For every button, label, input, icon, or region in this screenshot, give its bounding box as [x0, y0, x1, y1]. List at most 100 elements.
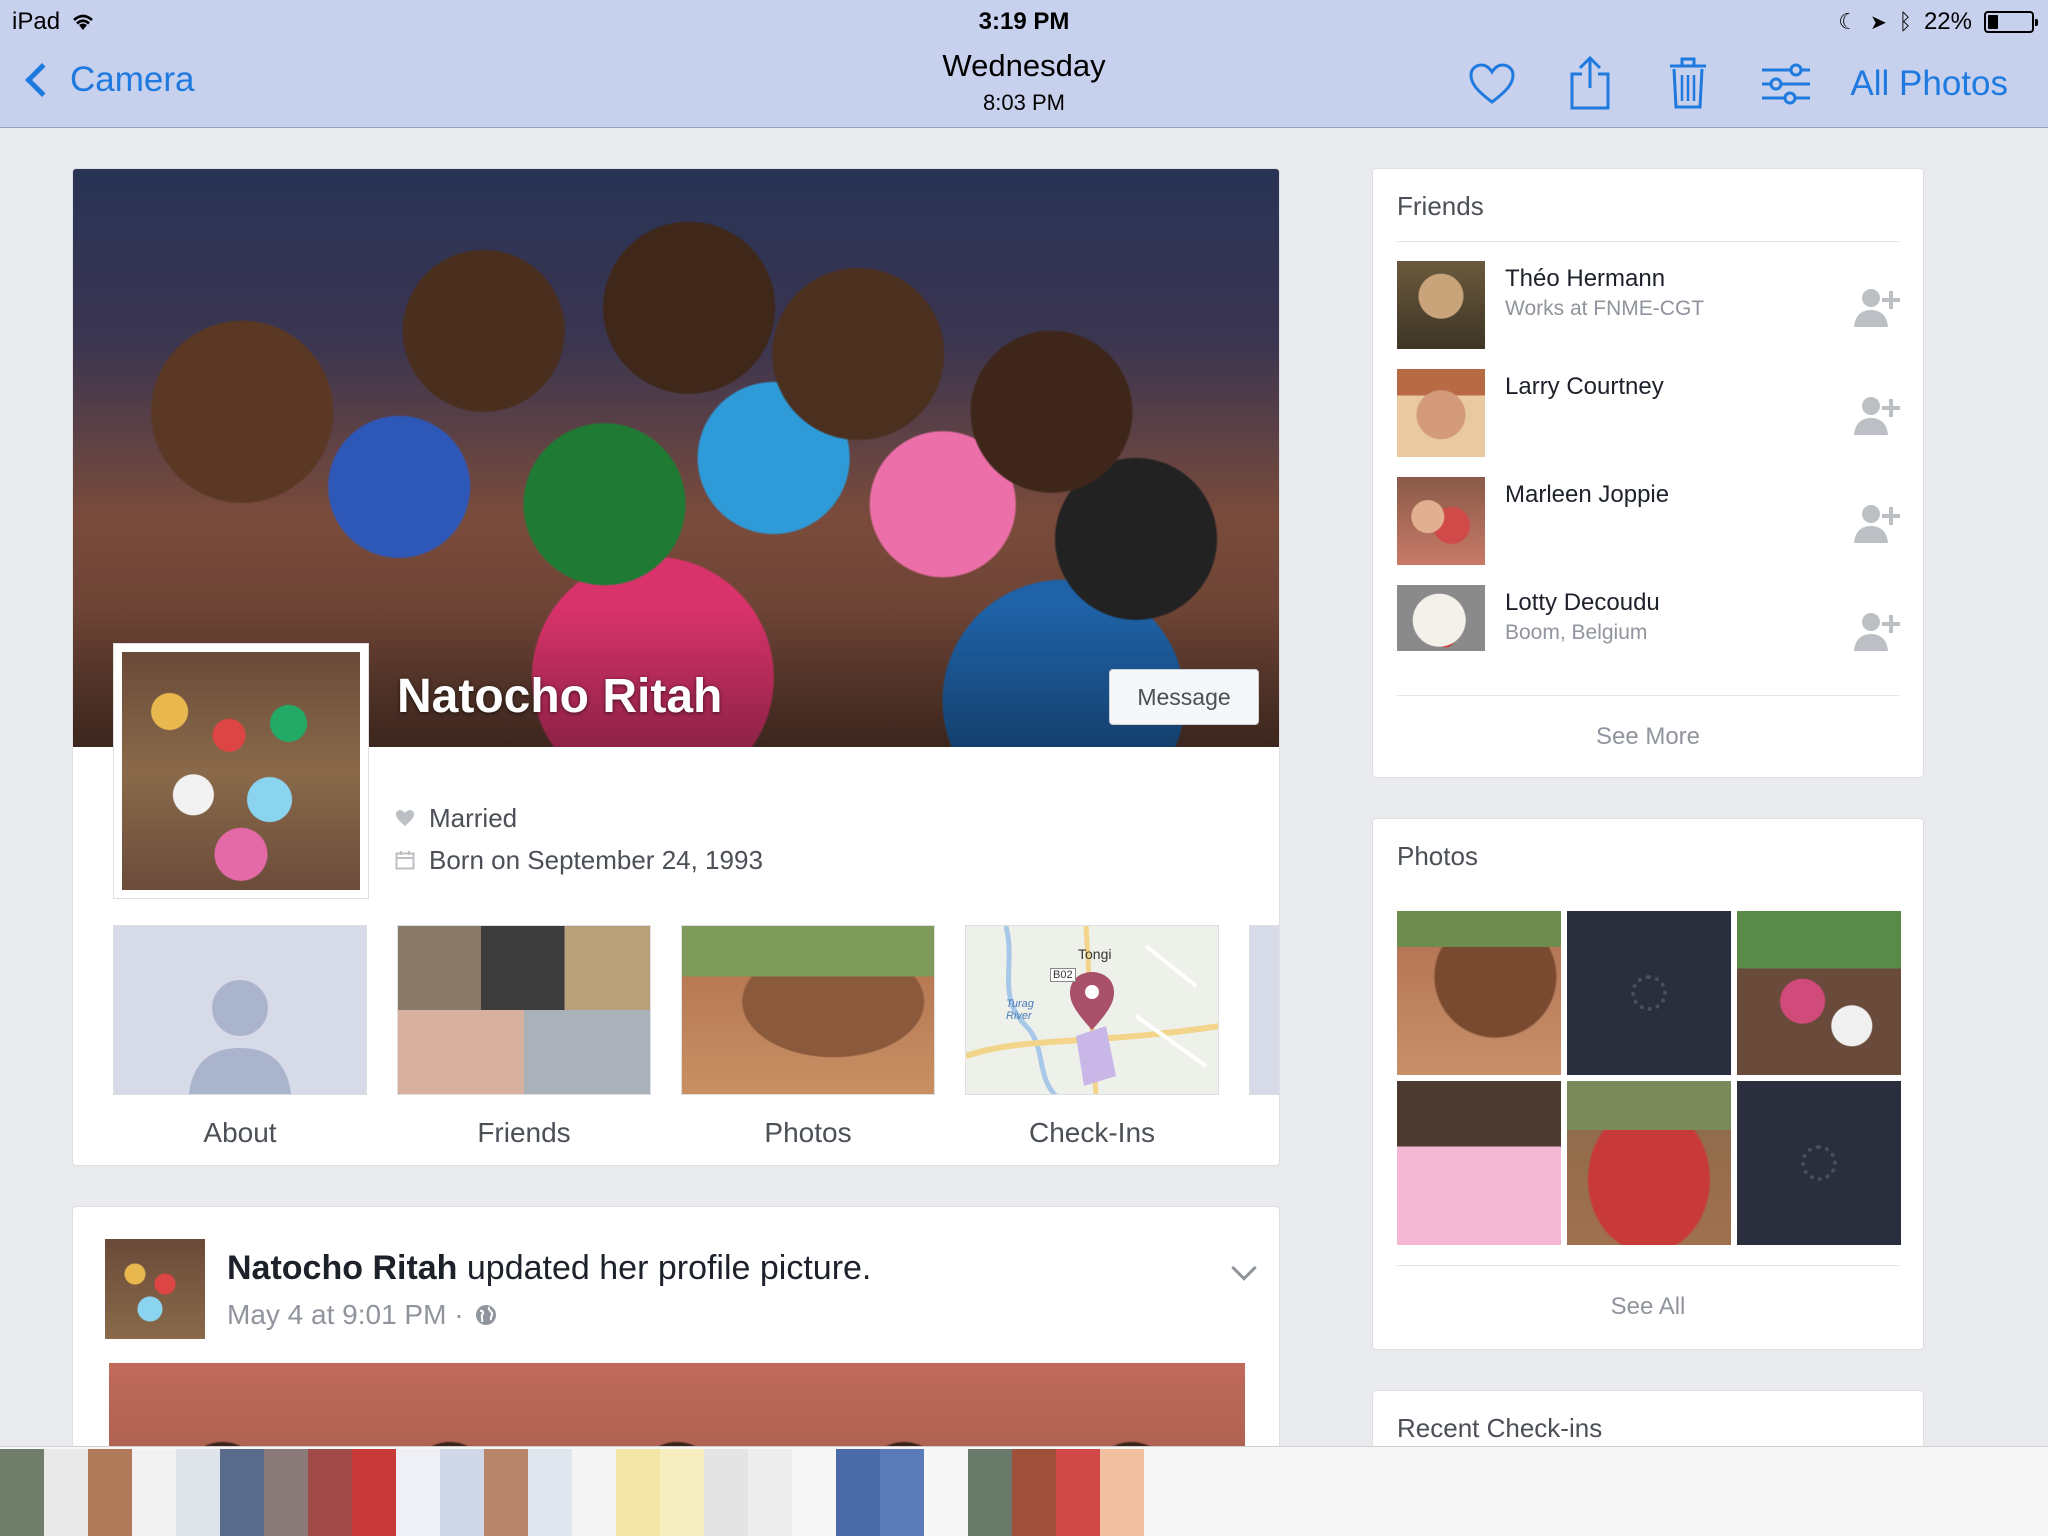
friend-name: Lotty Decoudu: [1505, 589, 1660, 616]
battery-icon: [1984, 11, 2038, 33]
share-icon: [1570, 56, 1610, 110]
friend-avatar: [1397, 261, 1485, 349]
filmstrip-thumbnail[interactable]: [0, 1449, 44, 1536]
person-silhouette-icon: [189, 980, 291, 1094]
filmstrip-thumbnail[interactable]: [1056, 1449, 1100, 1536]
post-author-avatar[interactable]: [105, 1239, 205, 1339]
filmstrip-thumbnail[interactable]: [748, 1449, 792, 1536]
tile-photos[interactable]: Photos: [681, 925, 935, 1149]
tile-about-label: About: [203, 1117, 277, 1148]
loading-spinner-icon: [1631, 975, 1667, 1011]
post-headline: Natocho Ritah updated her profile pictur…: [227, 1249, 871, 1288]
post-options-chevron-icon[interactable]: [1231, 1255, 1257, 1281]
see-all-photos-link[interactable]: See All: [1373, 1293, 1923, 1321]
profile-picture[interactable]: [113, 643, 369, 899]
add-friend-icon[interactable]: [1853, 609, 1901, 653]
tile-friends-label: Friends: [477, 1117, 571, 1148]
share-button[interactable]: [1562, 56, 1618, 112]
tile-checkins[interactable]: Tongi B02 Turag River Check-Ins: [965, 925, 1219, 1149]
filmstrip-thumbnail[interactable]: [660, 1449, 704, 1536]
filmstrip-thumbnail[interactable]: [880, 1449, 924, 1536]
filmstrip-thumbnail[interactable]: [176, 1449, 220, 1536]
all-photos-button[interactable]: All Photos: [1850, 64, 2008, 104]
filmstrip-thumbnail[interactable]: [440, 1449, 484, 1536]
filmstrip-thumbnails: [0, 1449, 1144, 1536]
friends-thumbnail: [397, 925, 651, 1095]
friends-card-title: Friends: [1397, 191, 1484, 221]
see-more-friends-link[interactable]: See More: [1373, 723, 1923, 751]
photo-thumbnail-loading[interactable]: [1567, 911, 1731, 1075]
photos-card-title: Photos: [1397, 841, 1478, 871]
more-thumbnail: [1249, 925, 1279, 1095]
filmstrip-thumbnail[interactable]: [352, 1449, 396, 1536]
bluetooth-icon: ᛒ: [1898, 9, 1912, 34]
friend-name: Marleen Joppie: [1505, 481, 1670, 508]
filmstrip-thumbnail[interactable]: [484, 1449, 528, 1536]
filmstrip-thumbnail[interactable]: [220, 1449, 264, 1536]
battery-percent: 22%: [1923, 8, 1972, 35]
relationship-status: Married: [429, 802, 518, 833]
tile-friends[interactable]: Friends: [397, 925, 651, 1149]
status-bar: iPad 3:19 PM ☾ ➤ ᛒ 22%: [0, 0, 2048, 40]
friend-avatar: [1397, 585, 1485, 673]
globe-icon: [475, 1305, 496, 1325]
friend-item[interactable]: Larry Courtney: [1397, 369, 1901, 459]
filmstrip-thumbnail[interactable]: [528, 1449, 572, 1536]
map-river-label: Turag River: [1006, 998, 1034, 1022]
favorite-button[interactable]: [1464, 56, 1520, 112]
tile-about[interactable]: About: [113, 925, 367, 1149]
friends-title-divider: [1397, 241, 1899, 242]
post-author-name[interactable]: Natocho Ritah: [227, 1249, 457, 1287]
photo-filmstrip[interactable]: [0, 1446, 2048, 1536]
filmstrip-thumbnail[interactable]: [924, 1449, 968, 1536]
photo-thumbnail-loading[interactable]: [1737, 1081, 1901, 1245]
filmstrip-thumbnail[interactable]: [836, 1449, 880, 1536]
filmstrip-thumbnail[interactable]: [1100, 1449, 1144, 1536]
filmstrip-thumbnail[interactable]: [132, 1449, 176, 1536]
toolbar-actions: All Photos: [1422, 56, 2008, 112]
friend-item[interactable]: Lotty Decoudu Boom, Belgium: [1397, 585, 1901, 675]
message-button[interactable]: Message: [1109, 669, 1259, 725]
adjust-button[interactable]: [1758, 56, 1814, 112]
filmstrip-thumbnail[interactable]: [308, 1449, 352, 1536]
checkins-map-thumbnail: Tongi B02 Turag River: [965, 925, 1219, 1095]
add-friend-icon[interactable]: [1853, 393, 1901, 437]
profile-intro: Married Born on September 24, 1993: [395, 797, 763, 881]
photo-thumbnail[interactable]: [1397, 1081, 1561, 1245]
friend-avatar: [1397, 369, 1485, 457]
filmstrip-thumbnail[interactable]: [44, 1449, 88, 1536]
friends-footer-divider: [1397, 695, 1899, 696]
add-friend-icon[interactable]: [1853, 285, 1901, 329]
trash-icon: [1670, 57, 1707, 109]
profile-card: Natocho Ritah Message Married Born on Se…: [72, 168, 1280, 1166]
friend-item[interactable]: Théo Hermann Works at FNME-CGT: [1397, 261, 1901, 351]
post-meta: May 4 at 9:01 PM ·: [227, 1299, 498, 1331]
filmstrip-thumbnail[interactable]: [968, 1449, 1012, 1536]
filmstrip-thumbnail[interactable]: [264, 1449, 308, 1536]
battery-fill: [1988, 15, 1999, 29]
filmstrip-thumbnail[interactable]: [88, 1449, 132, 1536]
recent-checkins-title: Recent Check-ins: [1397, 1413, 1603, 1443]
filmstrip-thumbnail[interactable]: [704, 1449, 748, 1536]
post-timestamp[interactable]: May 4 at 9:01 PM ·: [227, 1299, 464, 1331]
add-friend-icon[interactable]: [1853, 501, 1901, 545]
tile-more[interactable]: [1249, 925, 1279, 1149]
tile-checkins-label: Check-Ins: [1028, 1117, 1156, 1148]
filmstrip-thumbnail[interactable]: [616, 1449, 660, 1536]
photos-toolbar: iPad 3:19 PM ☾ ➤ ᛒ 22% Camera Wednesday …: [0, 0, 2048, 128]
filmstrip-thumbnail[interactable]: [1012, 1449, 1056, 1536]
delete-button[interactable]: [1660, 56, 1716, 112]
filmstrip-thumbnail[interactable]: [396, 1449, 440, 1536]
profile-name[interactable]: Natocho Ritah: [397, 669, 722, 724]
photo-thumbnail[interactable]: [1567, 1081, 1731, 1245]
photo-thumbnail[interactable]: [1737, 911, 1901, 1075]
friend-subtitle: Boom, Belgium: [1505, 621, 1648, 644]
filmstrip-thumbnail[interactable]: [572, 1449, 616, 1536]
map-place-label: Tongi: [1078, 946, 1112, 962]
friend-item[interactable]: Marleen Joppie: [1397, 477, 1901, 567]
filmstrip-thumbnail[interactable]: [792, 1449, 836, 1536]
sliders-icon: [1762, 63, 1811, 105]
calendar-icon: [395, 851, 415, 870]
photo-thumbnail[interactable]: [1397, 911, 1561, 1075]
friend-name: Larry Courtney: [1505, 373, 1664, 400]
